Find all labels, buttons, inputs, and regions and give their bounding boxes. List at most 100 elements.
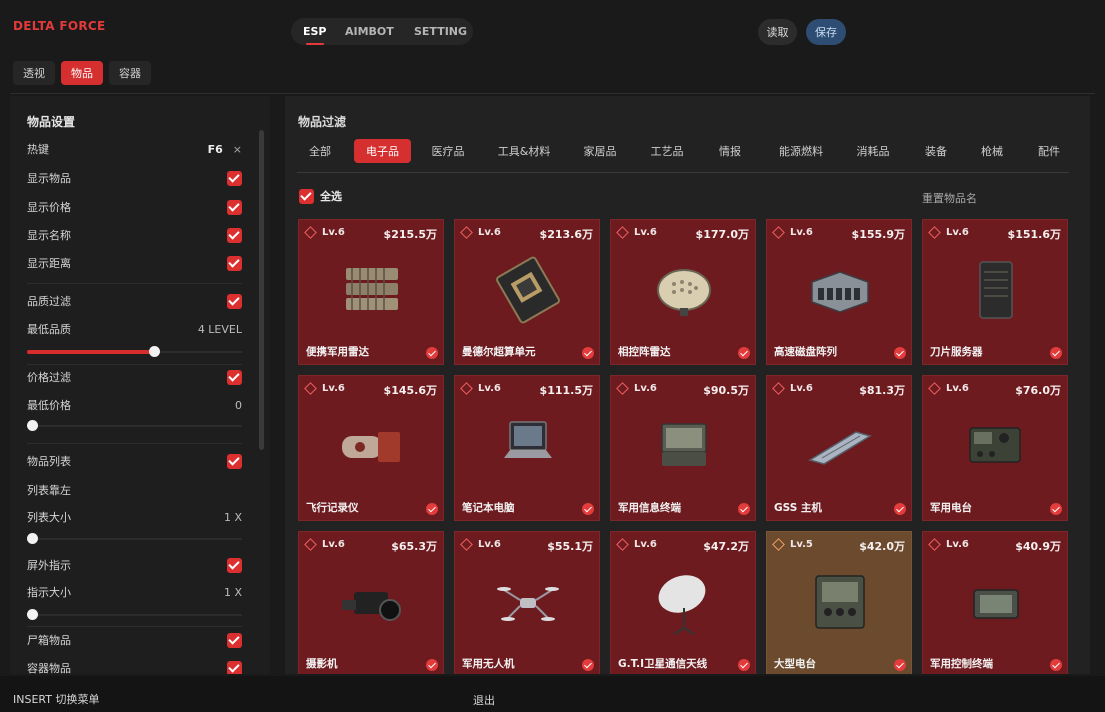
hotkey-value[interactable]: F6	[208, 143, 223, 156]
category-tab-medical[interactable]: 医疗品	[423, 139, 473, 163]
subtab-perspective[interactable]: 透视	[13, 61, 55, 85]
menu-toggle-hint: INSERT 切换菜单	[13, 693, 100, 706]
item-checkbox[interactable]	[738, 659, 750, 671]
item-list-row: 物品列表	[27, 453, 242, 469]
server-icon	[956, 250, 1036, 330]
offscreen-label: 屏外指示	[27, 559, 71, 572]
slider-knob[interactable]	[27, 609, 38, 620]
show-distance-label: 显示距离	[27, 257, 71, 270]
item-checkbox[interactable]	[738, 347, 750, 359]
category-tab-equipment[interactable]: 装备	[916, 139, 956, 163]
slider-knob[interactable]	[149, 346, 160, 357]
item-card[interactable]: Lv.6 $76.0万 军用电台	[922, 375, 1068, 521]
item-price: $90.5万	[703, 384, 749, 397]
item-level: Lv.6	[634, 227, 657, 238]
tab-aimbot[interactable]: AIMBOT	[345, 25, 394, 38]
slider-knob[interactable]	[27, 420, 38, 431]
load-button[interactable]: 读取	[758, 19, 797, 45]
show-distance-checkbox[interactable]	[227, 255, 242, 271]
save-button[interactable]: 保存	[806, 19, 846, 45]
item-card[interactable]: Lv.6 $90.5万 军用信息终端	[610, 375, 756, 521]
item-card[interactable]: Lv.6 $177.0万 相控阵雷达	[610, 219, 756, 365]
show-name-checkbox[interactable]	[227, 227, 242, 243]
min-price-row: 最低价格 0	[27, 397, 242, 413]
app-title: DELTA FORCE	[13, 19, 106, 33]
container-items-checkbox[interactable]	[227, 660, 242, 674]
hotkey-clear-button[interactable]: ×	[233, 143, 242, 156]
item-card[interactable]: Lv.6 $213.6万 曼德尔超算单元	[454, 219, 600, 365]
category-tab-weapons[interactable]: 枪械	[972, 139, 1012, 163]
show-price-checkbox[interactable]	[227, 199, 242, 215]
item-price: $42.0万	[859, 540, 905, 553]
category-tab-all[interactable]: 全部	[297, 139, 343, 163]
quality-filter-checkbox[interactable]	[227, 293, 242, 309]
list-align-row[interactable]: 列表靠左	[27, 482, 242, 498]
item-checkbox[interactable]	[426, 503, 438, 515]
item-name: 军用电台	[930, 502, 972, 514]
item-card[interactable]: Lv.6 $55.1万 军用无人机	[454, 531, 600, 674]
quality-diamond-icon	[928, 226, 941, 239]
item-level: Lv.6	[478, 383, 501, 394]
offscreen-checkbox[interactable]	[227, 557, 242, 573]
corpse-items-checkbox[interactable]	[227, 632, 242, 648]
category-tab-household[interactable]: 家居品	[575, 139, 625, 163]
show-items-checkbox[interactable]	[227, 170, 242, 186]
item-checkbox[interactable]	[1050, 347, 1062, 359]
category-tab-crafts[interactable]: 工艺品	[642, 139, 692, 163]
item-price: $55.1万	[547, 540, 593, 553]
item-checkbox[interactable]	[738, 503, 750, 515]
category-tab-electronics[interactable]: 电子品	[354, 139, 411, 163]
category-tab-attachments[interactable]: 配件	[1029, 139, 1069, 163]
item-checkbox[interactable]	[426, 659, 438, 671]
item-checkbox[interactable]	[1050, 503, 1062, 515]
item-checkbox[interactable]	[894, 347, 906, 359]
item-card[interactable]: Lv.6 $151.6万 刀片服务器	[922, 219, 1068, 365]
category-tabs: 全部 电子品 医疗品 工具&材料 家居品 工艺品 情报 能源燃料 消耗品 装备 …	[297, 139, 1069, 163]
item-checkbox[interactable]	[582, 347, 594, 359]
indicator-size-slider[interactable]	[27, 609, 242, 621]
min-price-slider[interactable]	[27, 420, 242, 432]
select-all-checkbox[interactable]	[299, 188, 314, 204]
item-card[interactable]: Lv.6 $40.9万 军用控制终端	[922, 531, 1068, 674]
show-distance-row: 显示距离	[27, 255, 242, 271]
subtab-items[interactable]: 物品	[61, 61, 103, 85]
indicator-size-row: 指示大小 1 X	[27, 584, 242, 600]
reset-names-button[interactable]: 重置物品名	[922, 190, 977, 206]
item-card[interactable]: Lv.6 $155.9万 高速磁盘阵列	[766, 219, 912, 365]
item-checkbox[interactable]	[1050, 659, 1062, 671]
item-card[interactable]: Lv.6 $47.2万 G.T.I卫星通信天线	[610, 531, 756, 674]
item-checkbox[interactable]	[894, 503, 906, 515]
item-card[interactable]: Lv.6 $145.6万 飞行记录仪	[298, 375, 444, 521]
item-card[interactable]: Lv.5 $42.0万 大型电台	[766, 531, 912, 674]
min-price-value: 0	[235, 398, 242, 412]
item-card[interactable]: Lv.6 $111.5万 笔记本电脑	[454, 375, 600, 521]
category-tab-energy[interactable]: 能源燃料	[769, 139, 833, 163]
category-tab-intel[interactable]: 情报	[710, 139, 750, 163]
item-price: $215.5万	[383, 228, 437, 241]
category-tab-consumables[interactable]: 消耗品	[848, 139, 898, 163]
item-card[interactable]: Lv.6 $65.3万 摄影机	[298, 531, 444, 674]
item-checkbox[interactable]	[582, 503, 594, 515]
category-tab-tools[interactable]: 工具&材料	[489, 139, 559, 163]
slider-knob[interactable]	[27, 533, 38, 544]
quality-diamond-icon	[616, 226, 629, 239]
item-level: Lv.6	[790, 383, 813, 394]
subtab-containers[interactable]: 容器	[109, 61, 151, 85]
item-card[interactable]: Lv.6 $81.3万 GSS 主机	[766, 375, 912, 521]
item-checkbox[interactable]	[426, 347, 438, 359]
item-list-checkbox[interactable]	[227, 453, 242, 469]
drone-icon	[488, 562, 568, 642]
circuit-board-icon	[488, 250, 568, 330]
item-checkbox[interactable]	[582, 659, 594, 671]
settings-scrollbar[interactable]	[259, 130, 264, 450]
item-checkbox[interactable]	[894, 659, 906, 671]
large-radio-icon	[800, 562, 880, 642]
tab-esp[interactable]: ESP	[303, 25, 327, 45]
terminal-icon	[644, 406, 724, 486]
item-card[interactable]: Lv.6 $215.5万 便携军用雷达	[298, 219, 444, 365]
exit-button[interactable]: 退出	[473, 692, 495, 708]
list-size-slider[interactable]	[27, 533, 242, 545]
min-quality-slider[interactable]	[27, 346, 242, 358]
price-filter-checkbox[interactable]	[227, 369, 242, 385]
tab-setting[interactable]: SETTING	[414, 25, 467, 38]
